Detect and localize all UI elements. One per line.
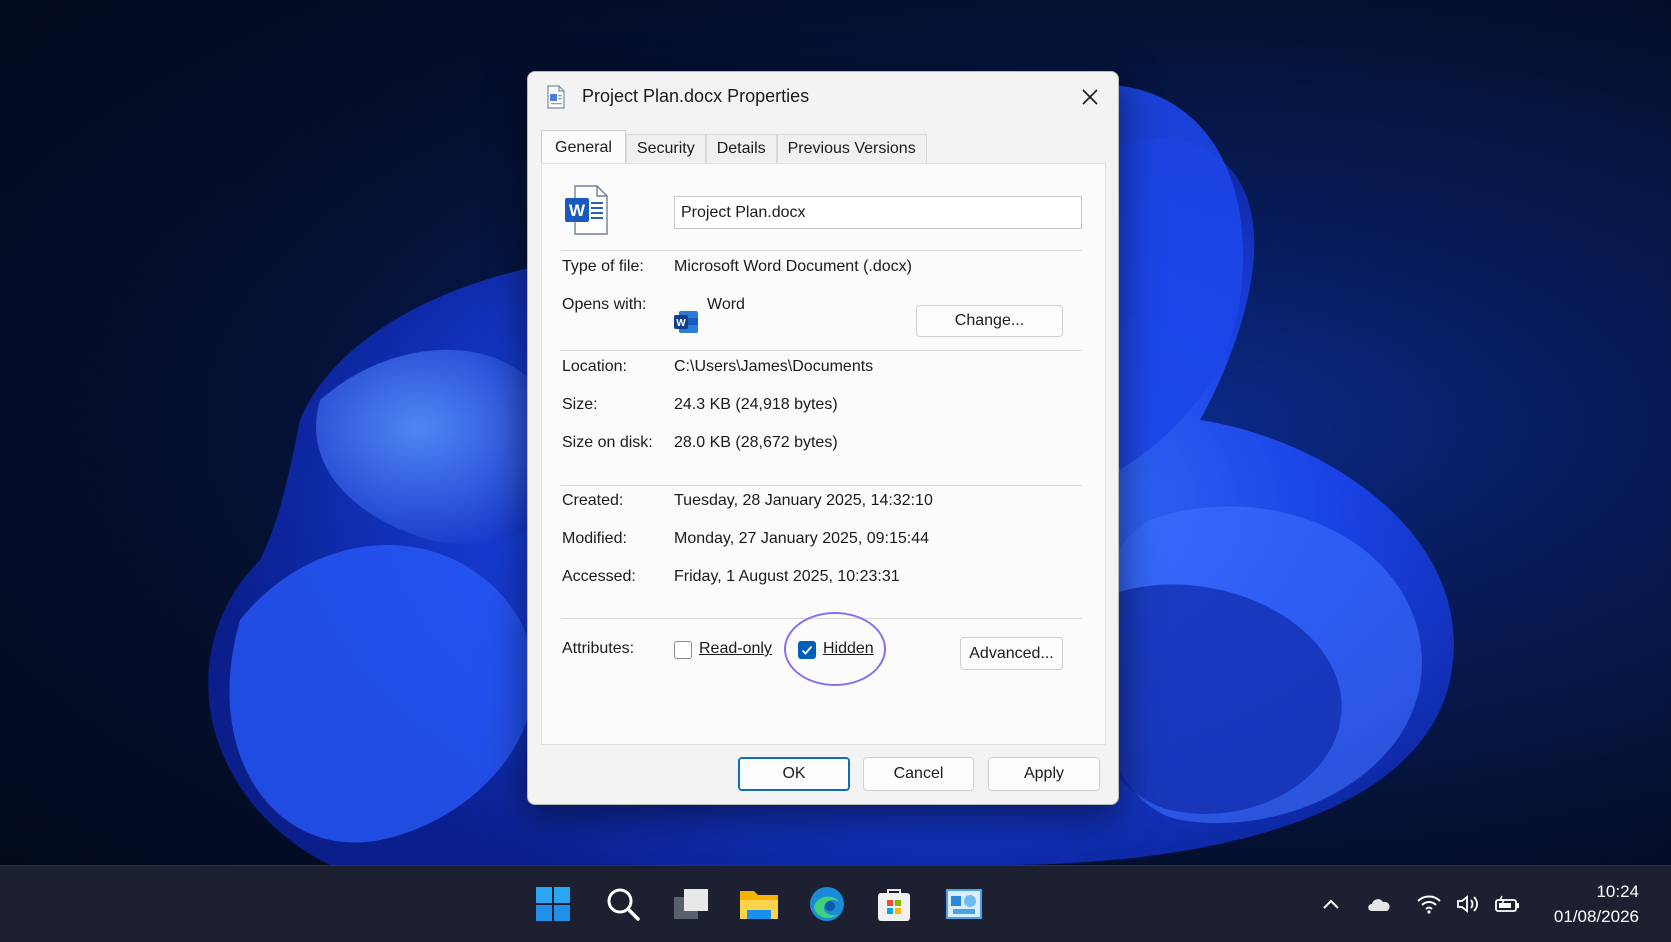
created-label: Created: — [562, 492, 624, 509]
type-of-file-value: Microsoft Word Document (.docx) — [674, 258, 912, 275]
size-value: 24.3 KB (24,918 bytes) — [674, 396, 838, 413]
edge-icon — [810, 887, 844, 921]
control-panel-button[interactable] — [944, 884, 984, 924]
clock-date: 01/08/2026 — [1553, 907, 1639, 926]
battery-button[interactable] — [1494, 892, 1520, 916]
separator — [561, 250, 1082, 252]
search-icon — [607, 888, 640, 921]
type-of-file-label: Type of file: — [562, 258, 644, 275]
svg-text:W: W — [676, 318, 686, 329]
close-icon — [1082, 89, 1098, 105]
close-button[interactable] — [1072, 80, 1108, 114]
modified-value: Monday, 27 January 2025, 09:15:44 — [674, 530, 929, 547]
location-value: C:\Users\James\Documents — [674, 358, 874, 375]
wifi-button[interactable] — [1416, 892, 1442, 916]
svg-text:W: W — [569, 201, 586, 220]
ok-button[interactable]: OK — [738, 757, 850, 791]
start-button[interactable] — [533, 884, 573, 924]
advanced-button[interactable]: Advanced... — [960, 637, 1063, 670]
clock[interactable]: 10:24 01/08/2026 — [1554, 879, 1639, 929]
size-on-disk-value: 28.0 KB (28,672 bytes) — [674, 434, 838, 451]
word-document-icon: W — [563, 184, 609, 236]
accessed-label: Accessed: — [562, 568, 636, 585]
tab-details[interactable]: Details — [705, 134, 777, 163]
read-only-checkbox[interactable] — [674, 641, 692, 659]
edge-button[interactable] — [807, 884, 847, 924]
clock-time: 10:24 — [1596, 882, 1639, 901]
store-icon — [878, 889, 910, 921]
created-value: Tuesday, 28 January 2025, 14:32:10 — [674, 492, 933, 509]
show-hidden-icons-button[interactable] — [1318, 892, 1344, 916]
properties-dialog: Project Plan.docx Properties General Sec… — [527, 71, 1119, 805]
volume-button[interactable] — [1455, 892, 1481, 916]
battery-icon — [1495, 895, 1519, 912]
store-button[interactable] — [874, 884, 914, 924]
document-icon — [546, 85, 566, 109]
opens-with-value: Word — [707, 296, 745, 313]
control-panel-icon — [946, 889, 982, 919]
tab-previous-versions[interactable]: Previous Versions — [776, 134, 927, 163]
separator — [561, 485, 1082, 487]
size-label: Size: — [562, 396, 598, 413]
accessed-value: Friday, 1 August 2025, 10:23:31 — [674, 568, 900, 585]
size-on-disk-label: Size on disk: — [562, 434, 653, 451]
word-app-icon: W — [673, 310, 699, 334]
highlight-ring — [784, 612, 886, 686]
volume-icon — [1457, 895, 1478, 913]
opens-with-label: Opens with: — [562, 296, 647, 313]
location-label: Location: — [562, 358, 627, 375]
separator — [561, 350, 1082, 352]
file-explorer-icon — [740, 891, 778, 919]
task-view-button[interactable] — [671, 884, 711, 924]
file-name-input[interactable] — [674, 196, 1082, 229]
apply-button[interactable]: Apply — [988, 757, 1100, 791]
title-bar[interactable]: Project Plan.docx Properties — [528, 72, 1118, 122]
change-button[interactable]: Change... — [916, 305, 1063, 337]
taskbar: 10:24 01/08/2026 — [0, 865, 1671, 942]
read-only-label[interactable]: Read-only — [699, 640, 772, 658]
tab-security[interactable]: Security — [625, 134, 706, 163]
task-view-icon — [674, 889, 708, 919]
cancel-button[interactable]: Cancel — [863, 757, 974, 791]
onedrive-button[interactable] — [1366, 892, 1392, 916]
tab-strip: General Security Details Previous Versio… — [541, 130, 927, 164]
wifi-icon — [1417, 895, 1441, 914]
dialog-title: Project Plan.docx Properties — [582, 86, 810, 106]
attributes-label: Attributes: — [562, 640, 635, 657]
search-button[interactable] — [603, 884, 643, 924]
file-explorer-button[interactable] — [739, 884, 779, 924]
chevron-up-icon — [1323, 899, 1339, 909]
onedrive-icon — [1368, 899, 1390, 911]
modified-label: Modified: — [562, 530, 627, 547]
start-icon — [536, 887, 570, 921]
tab-general[interactable]: General — [541, 130, 626, 164]
